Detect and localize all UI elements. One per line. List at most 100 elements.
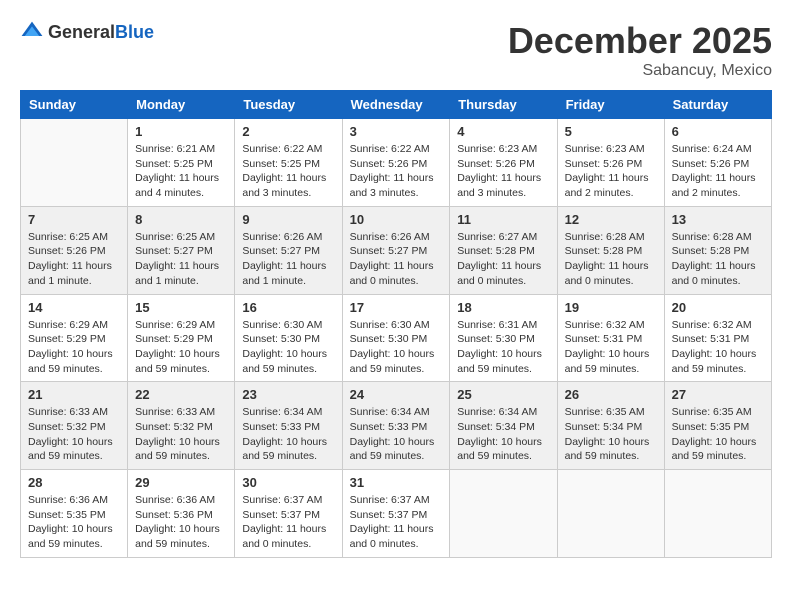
table-row: 24 Sunrise: 6:34 AMSunset: 5:33 PMDayligh… (342, 382, 450, 470)
day-number: 8 (135, 212, 227, 227)
table-row: 25 Sunrise: 6:34 AMSunset: 5:34 PMDayligh… (450, 382, 557, 470)
calendar-header-row: Sunday Monday Tuesday Wednesday Thursday… (21, 91, 772, 119)
day-number: 28 (28, 475, 120, 490)
day-info: Sunrise: 6:32 AMSunset: 5:31 PMDaylight:… (672, 318, 764, 377)
table-row: 22 Sunrise: 6:33 AMSunset: 5:32 PMDayligh… (128, 382, 235, 470)
day-info: Sunrise: 6:23 AMSunset: 5:26 PMDaylight:… (565, 142, 657, 201)
day-number: 6 (672, 124, 764, 139)
table-row: 5 Sunrise: 6:23 AMSunset: 5:26 PMDaylight… (557, 119, 664, 207)
calendar-table: Sunday Monday Tuesday Wednesday Thursday… (20, 90, 772, 558)
day-number: 12 (565, 212, 657, 227)
day-info: Sunrise: 6:30 AMSunset: 5:30 PMDaylight:… (242, 318, 334, 377)
col-wednesday: Wednesday (342, 91, 450, 119)
table-row: 7 Sunrise: 6:25 AMSunset: 5:26 PMDaylight… (21, 206, 128, 294)
day-info: Sunrise: 6:33 AMSunset: 5:32 PMDaylight:… (135, 405, 227, 464)
day-info: Sunrise: 6:34 AMSunset: 5:34 PMDaylight:… (457, 405, 549, 464)
table-row: 17 Sunrise: 6:30 AMSunset: 5:30 PMDayligh… (342, 294, 450, 382)
day-info: Sunrise: 6:36 AMSunset: 5:36 PMDaylight:… (135, 493, 227, 552)
table-row (450, 470, 557, 558)
day-info: Sunrise: 6:25 AMSunset: 5:27 PMDaylight:… (135, 230, 227, 289)
table-row (664, 470, 771, 558)
table-row: 27 Sunrise: 6:35 AMSunset: 5:35 PMDayligh… (664, 382, 771, 470)
day-number: 11 (457, 212, 549, 227)
day-info: Sunrise: 6:34 AMSunset: 5:33 PMDaylight:… (242, 405, 334, 464)
day-number: 15 (135, 300, 227, 315)
month-title: December 2025 (508, 20, 772, 62)
day-info: Sunrise: 6:25 AMSunset: 5:26 PMDaylight:… (28, 230, 120, 289)
table-row: 3Sunrise: 6:22 AMSunset: 5:26 PMDaylight… (342, 119, 450, 207)
day-number: 27 (672, 387, 764, 402)
logo: GeneralBlue (20, 20, 154, 44)
table-row: 28 Sunrise: 6:36 AMSunset: 5:35 PMDayligh… (21, 470, 128, 558)
day-info: Sunrise: 6:37 AMSunset: 5:37 PMDaylight:… (242, 493, 334, 552)
day-number: 2 (242, 124, 334, 139)
day-info: Sunrise: 6:26 AMSunset: 5:27 PMDaylight:… (242, 230, 334, 289)
day-number: 30 (242, 475, 334, 490)
day-number: 20 (672, 300, 764, 315)
page-header: GeneralBlue December 2025 Sabancuy, Mexi… (20, 20, 772, 80)
day-number: 19 (565, 300, 657, 315)
day-info: Sunrise: 6:22 AMSunset: 5:26 PMDaylight:… (350, 142, 443, 201)
day-number: 10 (350, 212, 443, 227)
day-number: 22 (135, 387, 227, 402)
col-sunday: Sunday (21, 91, 128, 119)
table-row: 1Sunrise: 6:21 AMSunset: 5:25 PMDaylight… (128, 119, 235, 207)
logo-text: GeneralBlue (48, 22, 154, 43)
location: Sabancuy, Mexico (508, 62, 772, 80)
table-row: 29Sunrise: 6:36 AMSunset: 5:36 PMDayligh… (128, 470, 235, 558)
col-monday: Monday (128, 91, 235, 119)
day-info: Sunrise: 6:24 AMSunset: 5:26 PMDaylight:… (672, 142, 764, 201)
day-number: 23 (242, 387, 334, 402)
title-area: December 2025 Sabancuy, Mexico (508, 20, 772, 80)
table-row: 8 Sunrise: 6:25 AMSunset: 5:27 PMDaylight… (128, 206, 235, 294)
table-row: 18Sunrise: 6:31 AMSunset: 5:30 PMDayligh… (450, 294, 557, 382)
day-number: 14 (28, 300, 120, 315)
week-row-3: 14 Sunrise: 6:29 AMSunset: 5:29 PMDayligh… (21, 294, 772, 382)
week-row-2: 7 Sunrise: 6:25 AMSunset: 5:26 PMDaylight… (21, 206, 772, 294)
day-info: Sunrise: 6:37 AMSunset: 5:37 PMDaylight:… (350, 493, 443, 552)
day-number: 5 (565, 124, 657, 139)
day-number: 7 (28, 212, 120, 227)
day-info: Sunrise: 6:32 AMSunset: 5:31 PMDaylight:… (565, 318, 657, 377)
day-info: Sunrise: 6:30 AMSunset: 5:30 PMDaylight:… (350, 318, 443, 377)
day-info: Sunrise: 6:34 AMSunset: 5:33 PMDaylight:… (350, 405, 443, 464)
day-info: Sunrise: 6:35 AMSunset: 5:35 PMDaylight:… (672, 405, 764, 464)
table-row: 16Sunrise: 6:30 AMSunset: 5:30 PMDayligh… (235, 294, 342, 382)
day-info: Sunrise: 6:29 AMSunset: 5:29 PMDaylight:… (28, 318, 120, 377)
day-number: 24 (350, 387, 443, 402)
day-number: 17 (350, 300, 443, 315)
day-number: 9 (242, 212, 334, 227)
table-row: 6 Sunrise: 6:24 AMSunset: 5:26 PMDaylight… (664, 119, 771, 207)
day-info: Sunrise: 6:36 AMSunset: 5:35 PMDaylight:… (28, 493, 120, 552)
table-row: 12 Sunrise: 6:28 AMSunset: 5:28 PMDayligh… (557, 206, 664, 294)
table-row: 13Sunrise: 6:28 AMSunset: 5:28 PMDayligh… (664, 206, 771, 294)
col-friday: Friday (557, 91, 664, 119)
week-row-1: 1Sunrise: 6:21 AMSunset: 5:25 PMDaylight… (21, 119, 772, 207)
day-info: Sunrise: 6:33 AMSunset: 5:32 PMDaylight:… (28, 405, 120, 464)
day-info: Sunrise: 6:28 AMSunset: 5:28 PMDaylight:… (672, 230, 764, 289)
col-saturday: Saturday (664, 91, 771, 119)
table-row (21, 119, 128, 207)
table-row: 9 Sunrise: 6:26 AMSunset: 5:27 PMDaylight… (235, 206, 342, 294)
table-row: 31 Sunrise: 6:37 AMSunset: 5:37 PMDayligh… (342, 470, 450, 558)
table-row: 10Sunrise: 6:26 AMSunset: 5:27 PMDayligh… (342, 206, 450, 294)
table-row: 14 Sunrise: 6:29 AMSunset: 5:29 PMDayligh… (21, 294, 128, 382)
logo-icon (20, 20, 44, 44)
day-number: 31 (350, 475, 443, 490)
logo-blue: Blue (115, 22, 154, 42)
table-row: 30 Sunrise: 6:37 AMSunset: 5:37 PMDayligh… (235, 470, 342, 558)
table-row: 15 Sunrise: 6:29 AMSunset: 5:29 PMDayligh… (128, 294, 235, 382)
day-number: 18 (457, 300, 549, 315)
table-row: 23 Sunrise: 6:34 AMSunset: 5:33 PMDayligh… (235, 382, 342, 470)
day-info: Sunrise: 6:35 AMSunset: 5:34 PMDaylight:… (565, 405, 657, 464)
day-number: 4 (457, 124, 549, 139)
day-number: 25 (457, 387, 549, 402)
day-info: Sunrise: 6:29 AMSunset: 5:29 PMDaylight:… (135, 318, 227, 377)
col-tuesday: Tuesday (235, 91, 342, 119)
table-row (557, 470, 664, 558)
table-row: 2Sunrise: 6:22 AMSunset: 5:25 PMDaylight… (235, 119, 342, 207)
day-info: Sunrise: 6:28 AMSunset: 5:28 PMDaylight:… (565, 230, 657, 289)
day-number: 21 (28, 387, 120, 402)
logo-general: General (48, 22, 115, 42)
week-row-5: 28 Sunrise: 6:36 AMSunset: 5:35 PMDayligh… (21, 470, 772, 558)
